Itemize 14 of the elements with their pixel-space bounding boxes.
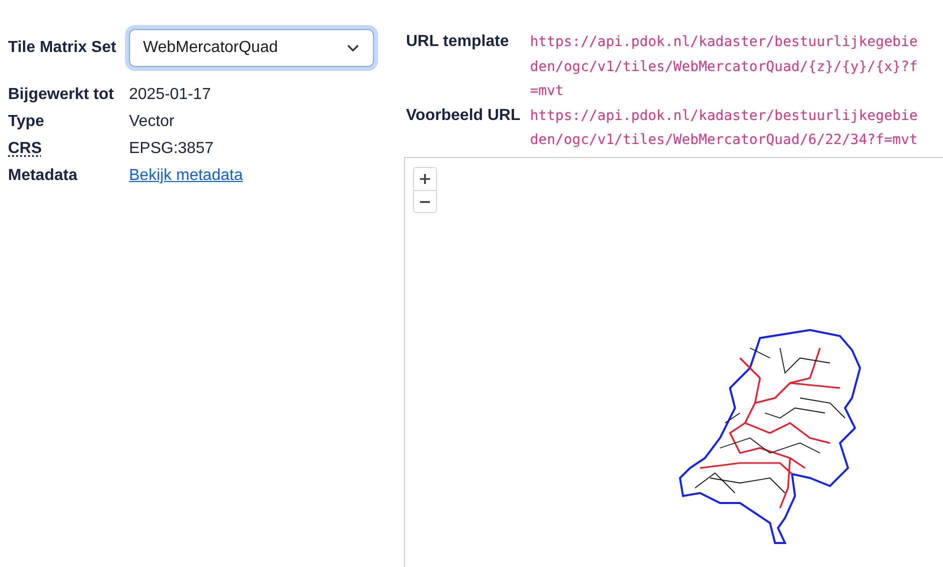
- chevron-down-icon: [347, 44, 359, 52]
- property-label: CRS: [8, 139, 43, 159]
- property-value: EPSG:3857: [129, 138, 214, 158]
- property-value: Vector: [129, 112, 176, 132]
- url-label: Voorbeeld URL: [406, 106, 522, 126]
- property-label: Bijgewerkt tot: [8, 84, 115, 104]
- property-value: 2025-01-17: [129, 84, 212, 104]
- property-label: Tile Matrix Set: [8, 38, 116, 58]
- property-label: Type: [8, 112, 46, 132]
- zoom-out-button[interactable]: −: [414, 190, 436, 212]
- url-label: URL template: [406, 32, 510, 52]
- metadata-link[interactable]: Bekijk metadata: [129, 162, 243, 189]
- url-code: https://api.pdok.nl/kadaster/bestuurlijkegebieden/ogc/v1/tiles/WebMercatorQuad/6/22/34?f=mvt: [530, 106, 918, 150]
- property-label: Metadata: [8, 166, 78, 186]
